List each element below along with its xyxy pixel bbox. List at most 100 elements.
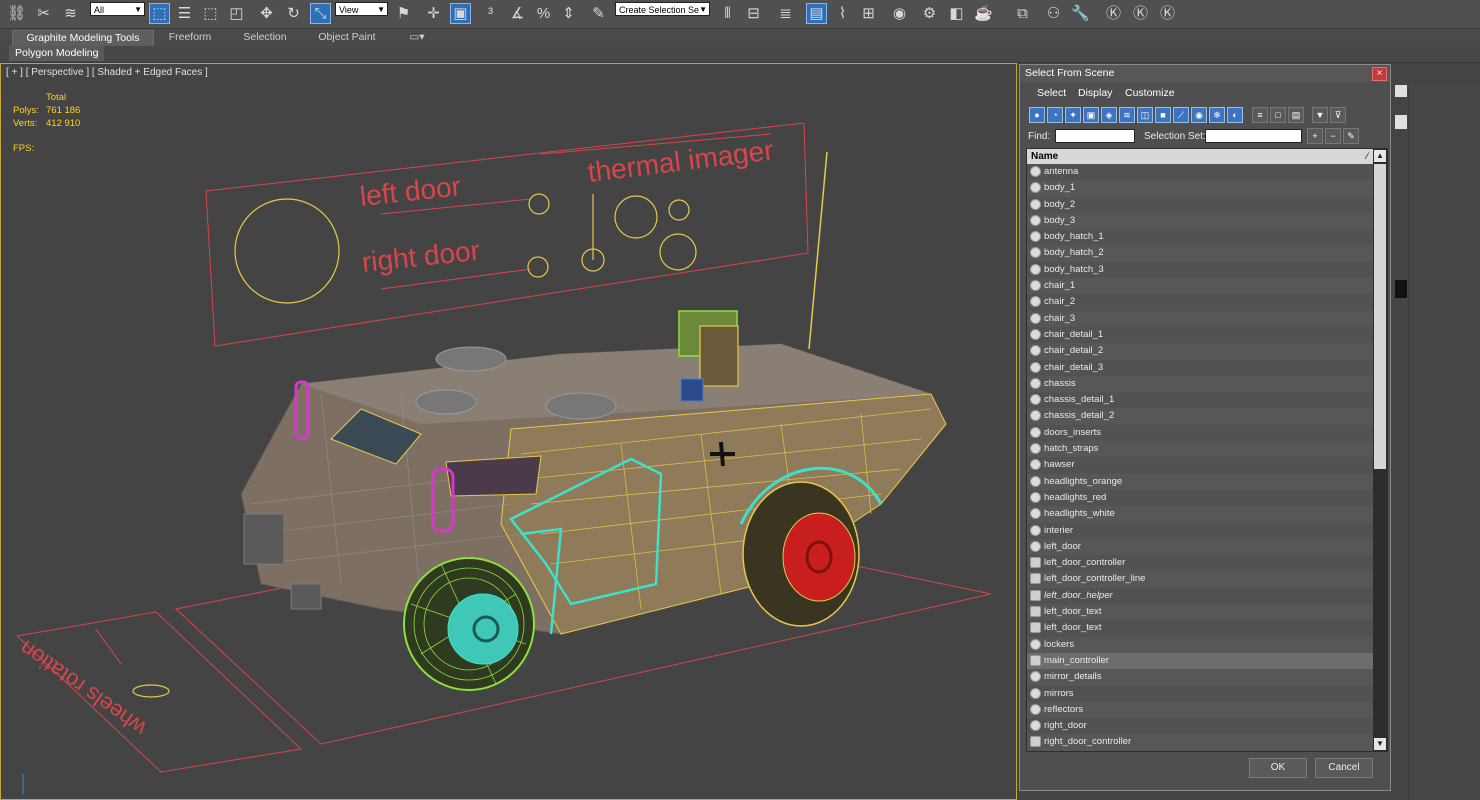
select-all-icon[interactable]: ≡	[1252, 107, 1268, 123]
material-editor-icon[interactable]: ◉	[889, 3, 910, 24]
select-none-icon[interactable]: □	[1270, 107, 1286, 123]
filter-xrefs-icon[interactable]: ■	[1155, 107, 1171, 123]
column-header-name[interactable]: Name ⁄	[1027, 149, 1373, 164]
filter-cameras-icon[interactable]: ▣	[1083, 107, 1099, 123]
list-item[interactable]: hawser	[1027, 457, 1373, 474]
list-item[interactable]: chassis_detail_2	[1027, 408, 1373, 425]
cat-icon-3[interactable]: Ⓚ	[1157, 3, 1178, 24]
curve-editor-icon[interactable]: ⌇	[832, 3, 853, 24]
list-item[interactable]: interier	[1027, 522, 1373, 539]
list-item[interactable]: left_door_text	[1027, 604, 1373, 621]
filter-options-icon[interactable]: ⊽	[1330, 107, 1346, 123]
filter-hidden-icon[interactable]: ◐	[1227, 107, 1243, 123]
populate-icon[interactable]: ⚇	[1043, 3, 1064, 24]
list-item[interactable]: left_door_controller	[1027, 555, 1373, 572]
rotate-icon[interactable]: ↻	[283, 3, 304, 24]
menu-select[interactable]: Select	[1037, 87, 1066, 99]
list-item[interactable]: headlights_orange	[1027, 473, 1373, 490]
scroll-down-icon[interactable]: ▼	[1374, 738, 1386, 750]
layer-manager-icon[interactable]: ≣	[775, 3, 796, 24]
list-item[interactable]: right_door_controller	[1027, 734, 1373, 751]
tab-object-paint[interactable]: Object Paint	[312, 30, 382, 45]
filter-geometry-icon[interactable]: ●	[1029, 107, 1045, 123]
scroll-thumb[interactable]	[1374, 164, 1386, 469]
reference-coordinate-dropdown[interactable]: View ▼	[335, 2, 388, 16]
filter-bones-icon[interactable]: ⟋	[1173, 107, 1189, 123]
angle-snap-icon[interactable]: ∡	[507, 3, 528, 24]
perspective-viewport[interactable]: left door right door thermal imager whee…	[0, 63, 1017, 800]
selection-set-add-icon[interactable]: +	[1307, 128, 1323, 144]
align-icon[interactable]: ⊟	[743, 3, 764, 24]
list-item[interactable]: chair_3	[1027, 310, 1373, 327]
list-item[interactable]: mirrors	[1027, 685, 1373, 702]
menu-customize[interactable]: Customize	[1125, 87, 1175, 99]
schematic-view-icon[interactable]: ⊞	[858, 3, 879, 24]
list-item[interactable]: right_door	[1027, 718, 1373, 735]
window-crossing-icon[interactable]: ◰	[226, 3, 247, 24]
spinner-snap-icon[interactable]: ⇕	[558, 3, 579, 24]
cat-icon-2[interactable]: Ⓚ	[1130, 3, 1151, 24]
link-icon[interactable]: ⛓	[6, 3, 27, 24]
list-item[interactable]: chair_detail_1	[1027, 326, 1373, 344]
tab-selection[interactable]: Selection	[235, 30, 295, 45]
list-item[interactable]: body_hatch_2	[1027, 245, 1373, 262]
tools-icon[interactable]: 🔧	[1070, 3, 1091, 24]
select-by-name-icon[interactable]: ☰	[174, 3, 195, 24]
list-item[interactable]: headlights_white	[1027, 506, 1373, 523]
select-manipulate-icon[interactable]: ✛	[423, 3, 444, 24]
pivot-center-icon[interactable]: ⚑	[393, 3, 414, 24]
polygon-modeling-panel[interactable]: Polygon Modeling	[9, 46, 105, 61]
filter-funnel-icon[interactable]: ▼	[1312, 107, 1328, 123]
list-item[interactable]: hatch_straps	[1027, 441, 1373, 458]
list-item[interactable]: reflectors	[1027, 701, 1373, 719]
selection-filter-dropdown[interactable]: All ▼	[90, 2, 145, 16]
find-input[interactable]	[1055, 129, 1135, 143]
render-setup-icon[interactable]: ⚙	[919, 3, 940, 24]
filter-shapes-icon[interactable]: ◔	[1047, 107, 1063, 123]
filter-helpers-icon[interactable]: ◈	[1101, 107, 1117, 123]
menu-display[interactable]: Display	[1078, 87, 1112, 99]
tab-graphite-modeling-tools[interactable]: Graphite Modeling Tools	[12, 30, 154, 47]
list-item[interactable]: chair_detail_2	[1027, 343, 1373, 360]
bind-spacewarp-icon[interactable]: ≋	[60, 3, 81, 24]
filter-containers-icon[interactable]: ◉	[1191, 107, 1207, 123]
list-item[interactable]: doors_inserts	[1027, 424, 1373, 442]
command-panel-button[interactable]	[1395, 85, 1407, 97]
scene-object-list[interactable]: Name ⁄ antenna body_1 body_2 body_3 body_hatc…	[1026, 148, 1388, 752]
filter-spacewarps-icon[interactable]: ≋	[1119, 107, 1135, 123]
filter-groups-icon[interactable]: ◫	[1137, 107, 1153, 123]
rendered-frame-icon[interactable]: ◧	[946, 3, 967, 24]
filter-frozen-icon[interactable]: ❄	[1209, 107, 1225, 123]
unlink-icon[interactable]: ✂	[33, 3, 54, 24]
ribbon-options-icon[interactable]: ▭▾	[404, 30, 430, 45]
list-item[interactable]: body_hatch_1	[1027, 229, 1373, 246]
command-panel-dropdown[interactable]	[1395, 115, 1407, 129]
edit-named-selection-icon[interactable]: ✎	[588, 3, 609, 24]
ok-button[interactable]: OK	[1249, 758, 1307, 778]
render-teapot-icon[interactable]: ☕	[973, 3, 994, 24]
cat-icon-1[interactable]: Ⓚ	[1103, 3, 1124, 24]
scale-icon[interactable]: ⤡	[310, 3, 331, 24]
move-icon[interactable]: ✥	[256, 3, 277, 24]
percent-snap-icon[interactable]: %	[533, 3, 554, 24]
list-item[interactable]: body_1	[1027, 180, 1373, 197]
list-item[interactable]: chassis_detail_1	[1027, 392, 1373, 409]
scroll-up-icon[interactable]: ▲	[1374, 150, 1386, 162]
list-item[interactable]: chair_1	[1027, 278, 1373, 295]
list-item[interactable]: lockers	[1027, 636, 1373, 653]
list-scrollbar[interactable]: ▲ ▼	[1373, 149, 1387, 751]
mirror-icon[interactable]: ⫴	[717, 3, 738, 24]
list-item[interactable]: chair_detail_3	[1027, 359, 1373, 376]
filter-lights-icon[interactable]: ✦	[1065, 107, 1081, 123]
list-item[interactable]: chassis	[1027, 375, 1373, 393]
select-object-icon[interactable]: ⬚	[149, 3, 170, 24]
tab-freeform[interactable]: Freeform	[160, 30, 220, 45]
list-item[interactable]: left_door_text	[1027, 620, 1373, 637]
viewport-label[interactable]: [ + ] [ Perspective ] [ Shaded + Edged F…	[6, 67, 208, 78]
list-item[interactable]: chair_2	[1027, 294, 1373, 311]
list-item[interactable]: headlights_red	[1027, 489, 1373, 507]
list-item[interactable]: antenna	[1027, 164, 1373, 181]
list-item[interactable]: body_3	[1027, 212, 1373, 230]
select-invert-icon[interactable]: ▤	[1288, 107, 1304, 123]
selection-set-dropdown[interactable]	[1205, 129, 1302, 143]
